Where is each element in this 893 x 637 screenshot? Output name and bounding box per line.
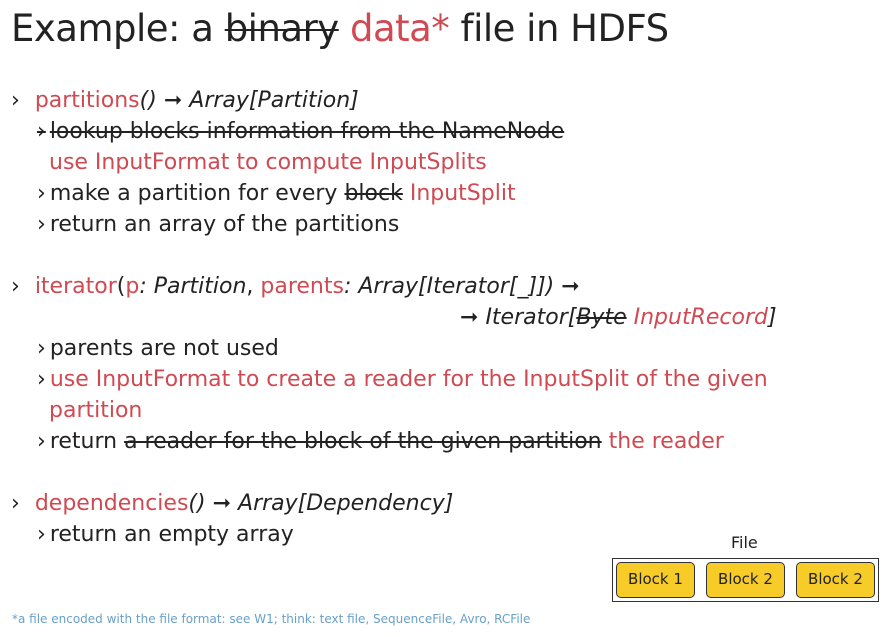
arrow-icon: ➞ [460, 305, 479, 330]
iterator-param-p: p [125, 274, 140, 299]
dependencies-item-return: › return an empty array [37, 520, 294, 550]
iterator-return-suffix: ] [767, 305, 777, 330]
iterator-return-prefix: Iterator[ [485, 305, 577, 330]
iterator-use-reader-text: use InputFormat to create a reader for t… [49, 367, 768, 392]
block-3: Block 2 [796, 562, 875, 598]
partitions-heading: › partitions() ➞ Array[Partition] [11, 86, 359, 116]
iterator-parents-unused-text: parents are not used [49, 336, 279, 361]
arrow-icon: ➞ [561, 274, 580, 299]
iterator-return-type: ➞ Iterator[Byte InputRecord] [460, 303, 777, 333]
partitions-item-return: › return an array of the partitions [37, 210, 399, 240]
bullet: › [37, 429, 46, 454]
bullet: › [37, 181, 46, 206]
block-1: Block 1 [616, 562, 695, 598]
dependencies-return-text: return an empty array [49, 522, 294, 547]
partitions-item-use-inputformat: use InputFormat to compute InputSplits [49, 148, 487, 178]
partitions-item-lookup: › lookup blocks information from the Name… [37, 117, 564, 147]
partitions-signature: () [139, 88, 164, 113]
iterator-comma: , [246, 274, 261, 299]
iterator-item-return: › return a reader for the block of the gi… [37, 427, 724, 457]
title-suffix: file in HDFS [449, 7, 670, 50]
iterator-return-accent-text: the reader [608, 429, 724, 454]
bullet: › [37, 119, 46, 144]
bullet: › [11, 491, 20, 516]
iterator-return-struck-text: a reader for the block of the given part… [124, 429, 602, 454]
dependencies-heading: › dependencies() ➞ Array[Dependency] [11, 489, 453, 519]
partitions-lookup-text: lookup blocks information from the NameN… [49, 119, 565, 144]
partitions-make-prefix: make a partition for every [49, 181, 345, 206]
arrow-icon: ➞ [212, 491, 232, 516]
iterator-param-parents-type: : Array[Iterator[_]]) [343, 274, 562, 299]
footnote: *a file encoded with the file format: se… [12, 612, 531, 626]
file-label: File [731, 533, 758, 552]
bullet: › [11, 88, 20, 113]
bullet: › [37, 522, 46, 547]
bullet: › [11, 274, 20, 299]
bullet: › [37, 336, 46, 361]
bullet: › [37, 212, 46, 237]
title-prefix: Example: a [11, 7, 225, 50]
partitions-method-name: partitions [34, 88, 140, 113]
title-struck-word: binary [224, 7, 340, 50]
partitions-make-struck: block [344, 181, 403, 206]
iterator-param-parents: parents [260, 274, 344, 299]
dependencies-signature: () [188, 491, 213, 516]
partitions-return-text: return an array of the partitions [49, 212, 400, 237]
partitions-return-type: Array[Partition] [189, 88, 359, 113]
partitions-item-make: › make a partition for every block InputS… [37, 179, 516, 209]
bullet: › [37, 367, 46, 392]
iterator-return-accent: InputRecord [633, 305, 768, 330]
title-accent-word: data* [349, 7, 450, 50]
iterator-item-use-reader: › use InputFormat to create a reader for … [37, 365, 768, 395]
dependencies-return-type: Array[Dependency] [238, 491, 454, 516]
iterator-use-reader-text-cont: partition [49, 398, 143, 423]
slide-title: Example: a binary data* file in HDFS [11, 4, 669, 54]
partitions-make-accent: InputSplit [409, 181, 516, 206]
iterator-item-use-reader-cont: partition [49, 396, 142, 426]
dependencies-method-name: dependencies [34, 491, 189, 516]
iterator-return-prefix-text: return [49, 429, 125, 454]
iterator-heading: › iterator(p: Partition, parents: Array[… [11, 272, 580, 302]
partitions-use-inputformat-text: use InputFormat to compute InputSplits [49, 150, 487, 175]
iterator-item-parents-unused: › parents are not used [37, 334, 279, 364]
iterator-method-name: iterator [34, 274, 117, 299]
arrow-icon: ➞ [163, 88, 183, 113]
iterator-param-p-type: : Partition [139, 274, 247, 299]
block-2: Block 2 [706, 562, 785, 598]
iterator-return-struck: Byte [576, 305, 627, 330]
